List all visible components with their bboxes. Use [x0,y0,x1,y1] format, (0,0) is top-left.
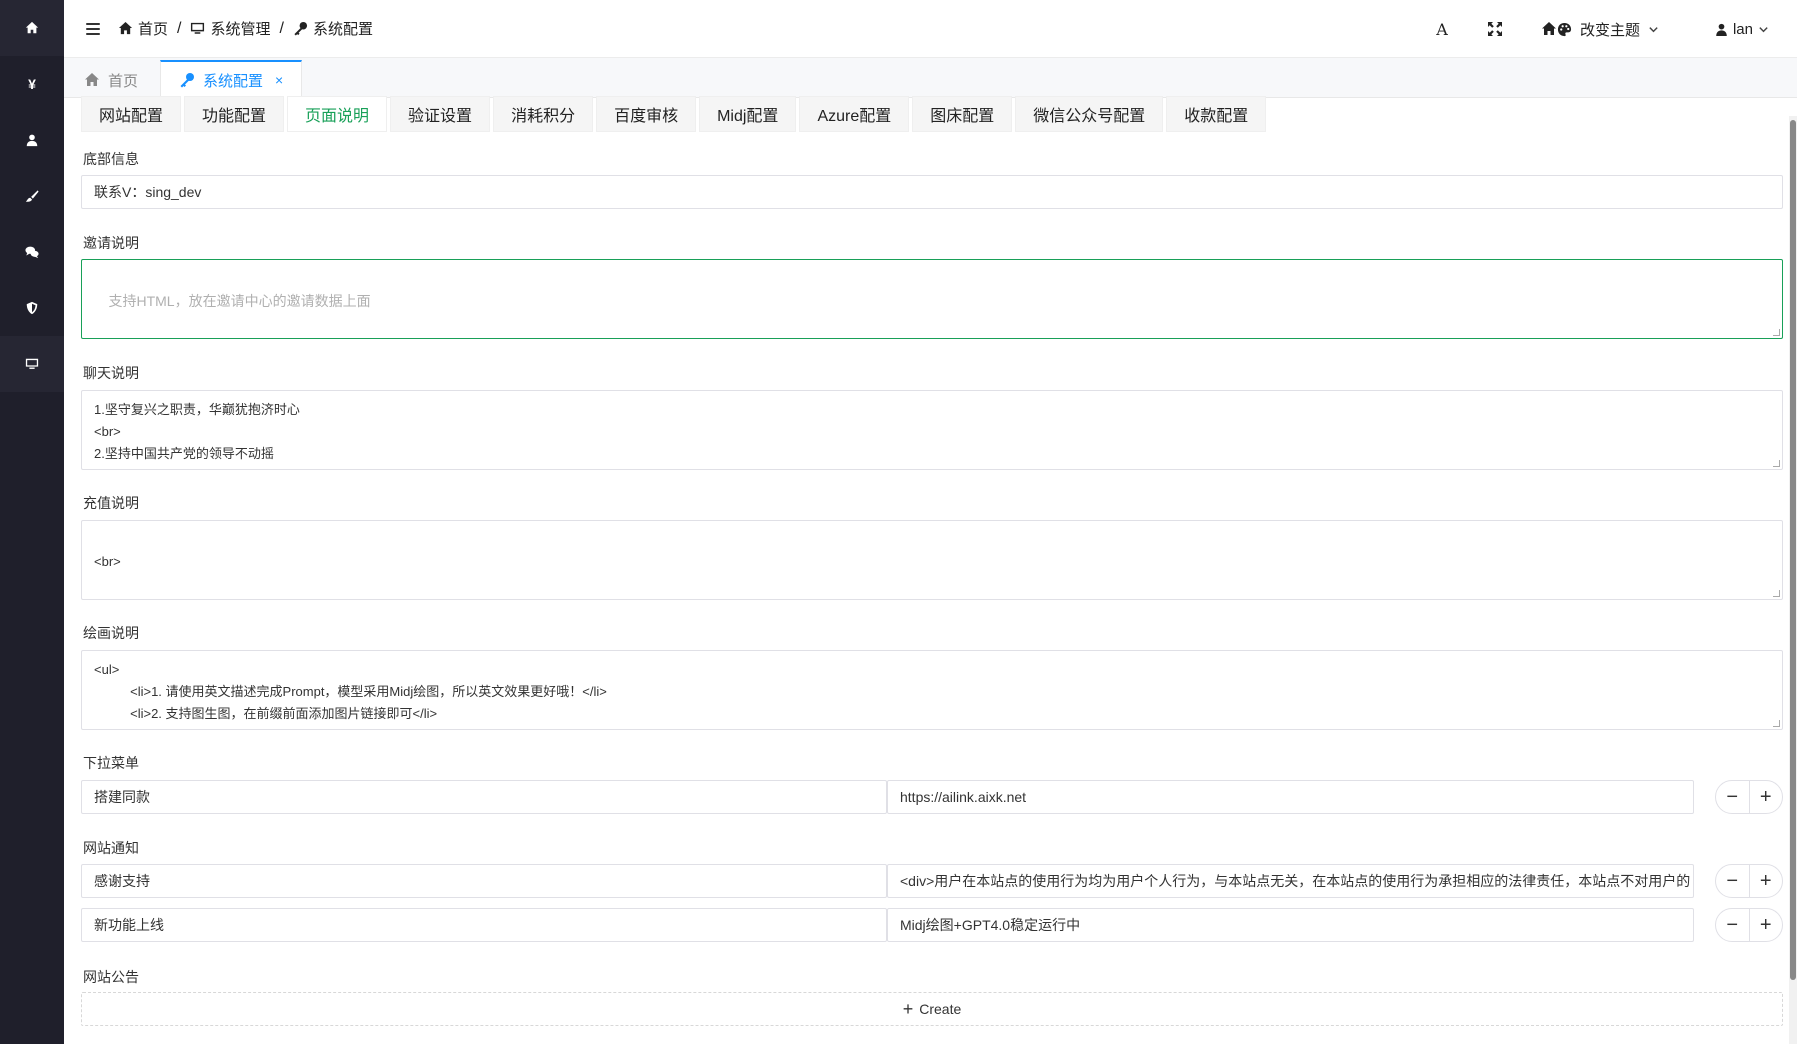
tab-points-consumption[interactable]: 消耗积分 [493,96,594,132]
tab-page-description[interactable]: 页面说明 [287,96,388,132]
menu-toggle-icon[interactable] [86,22,100,36]
create-label: Create [919,1001,962,1017]
tab-midj-config[interactable]: Midj配置 [699,96,797,132]
footer-info-label: 底部信息 [83,151,139,167]
breadcrumb-separator: / [279,19,284,37]
view-tabs-bar: 首页 系统配置 × [64,58,1797,98]
brush-icon [25,190,39,202]
breadcrumb-home[interactable]: 首页 [118,18,168,39]
dropdown-value-input[interactable]: https://ailink.aixk.net [887,780,1694,814]
site-announcement-label: 网站公告 [83,969,139,985]
tab-baidu-review[interactable]: 百度审核 [596,96,697,132]
dropdown-key-input[interactable]: 搭建同款 [81,780,887,814]
tab-system-config[interactable]: 系统配置 × [160,60,303,98]
monitor-icon [191,22,205,34]
theme-label: 改变主题 [1579,21,1640,39]
user-menu[interactable]: lan [1715,21,1769,38]
tab-feature-config[interactable]: 功能配置 [184,96,285,132]
remove-row-button[interactable]: − [1716,781,1749,813]
user-name: lan [1732,20,1753,38]
invite-description-textarea[interactable]: 支持HTML，放在邀请中心的邀请数据上面 [81,259,1783,339]
notice-value-input[interactable]: <div>用户在本站点的使用行为均为用户个人行为，与本站点无关，在本站点的使用行… [887,864,1694,898]
notice-key-input[interactable]: 感谢支持 [81,864,887,898]
recharge-description-textarea[interactable]: <br> [81,520,1783,600]
site-notice-row: 感谢支持 <div>用户在本站点的使用行为均为用户个人行为，与本站点无关，在本站… [81,864,1783,898]
notice-key-input[interactable]: 新功能上线 [81,908,887,942]
shield-icon [26,301,38,315]
sidebar-item-finance[interactable]: ¥ [0,56,64,112]
invite-description-placeholder: 支持HTML，放在邀请中心的邀请数据上面 [108,293,371,309]
home-icon [85,73,99,86]
row-actions: − + [1715,908,1783,942]
chevron-down-icon [1759,26,1768,32]
palette-icon [1557,22,1572,36]
fullscreen-button[interactable] [1485,21,1505,37]
tab-site-config[interactable]: 网站配置 [81,96,182,132]
invite-description-label: 邀请说明 [83,235,139,251]
draw-description-label: 绘画说明 [83,625,139,641]
recharge-description-label: 充值说明 [83,495,139,511]
config-tabs: 网站配置 功能配置 页面说明 验证设置 消耗积分 百度审核 Midj配置 Azu… [81,96,1267,132]
font-size-icon: A [1436,19,1448,39]
sidebar-item-chat[interactable] [0,224,64,280]
key-icon [180,73,194,88]
comments-icon [25,246,39,259]
remove-row-button[interactable]: − [1716,865,1749,897]
home-icon [1542,22,1556,35]
add-row-button[interactable]: + [1748,909,1783,941]
chat-description-textarea[interactable]: 1.坚守复兴之职责，华巅犹抱济时心 <br> 2.坚持中国共产党的领导不动摇 [81,390,1783,470]
sidebar-item-security[interactable] [0,280,64,336]
row-actions: − + [1715,780,1783,814]
sidebar-item-users[interactable] [0,112,64,168]
sidebar-item-system[interactable] [0,336,64,392]
breadcrumb-separator: / [177,19,182,37]
font-size-button[interactable]: A [1432,20,1452,39]
tab-payment-config[interactable]: 收款配置 [1166,96,1267,132]
plus-icon: + [902,998,914,1019]
footer-info-input[interactable]: 联系V：sing_dev [81,175,1783,209]
add-row-button[interactable]: + [1748,865,1783,897]
breadcrumb: 首页 / 系统管理 / 系统配置 [118,18,373,39]
add-row-button[interactable]: + [1748,781,1783,813]
tab-image-host-config[interactable]: 图床配置 [912,96,1013,132]
create-announcement-button[interactable]: + Create [81,992,1783,1026]
draw-description-textarea[interactable]: <ul> <li>1. 请使用英文描述完成Prompt，模型采用Midj绘图，所… [81,650,1783,730]
tab-wechat-config[interactable]: 微信公众号配置 [1015,96,1164,132]
home-icon [25,21,39,34]
remove-row-button[interactable]: − [1716,909,1749,941]
key-icon [294,21,307,36]
fullscreen-icon [1488,22,1502,36]
tab-azure-config[interactable]: Azure配置 [799,96,910,132]
site-notice-label: 网站通知 [83,840,139,856]
user-icon [1716,23,1727,36]
scrollbar-thumb[interactable] [1790,120,1796,980]
notice-value-input[interactable]: Midj绘图+GPT4.0稳定运行中 [887,908,1694,942]
tab-verification[interactable]: 验证设置 [390,96,491,132]
tab-home[interactable]: 首页 [84,62,138,98]
yen-icon: ¥ [28,76,36,92]
site-notice-row: 新功能上线 Midj绘图+GPT4.0稳定运行中 − + [81,908,1783,942]
sidebar-item-home[interactable] [0,0,64,56]
monitor-icon [25,358,39,369]
dropdown-menu-row: 搭建同款 https://ailink.aixk.net − + [81,780,1783,814]
chat-description-label: 聊天说明 [83,365,139,381]
sidebar-item-draw[interactable] [0,168,64,224]
sidebar: ¥ [0,0,64,1044]
row-actions: − + [1715,864,1783,898]
breadcrumb-system-config: 系统配置 [293,18,373,39]
chevron-down-icon [1649,26,1658,32]
close-icon[interactable]: × [275,72,283,88]
top-header: 首页 / 系统管理 / 系统配置 A 改变主题 lan [64,0,1797,58]
home-icon [118,21,133,35]
user-icon [26,134,38,147]
theme-dropdown[interactable]: 改变主题 [1557,19,1659,40]
breadcrumb-system-manage[interactable]: 系统管理 [190,18,270,39]
page-scrollbar[interactable] [1789,116,1797,1044]
dropdown-menu-label: 下拉菜单 [83,755,139,771]
